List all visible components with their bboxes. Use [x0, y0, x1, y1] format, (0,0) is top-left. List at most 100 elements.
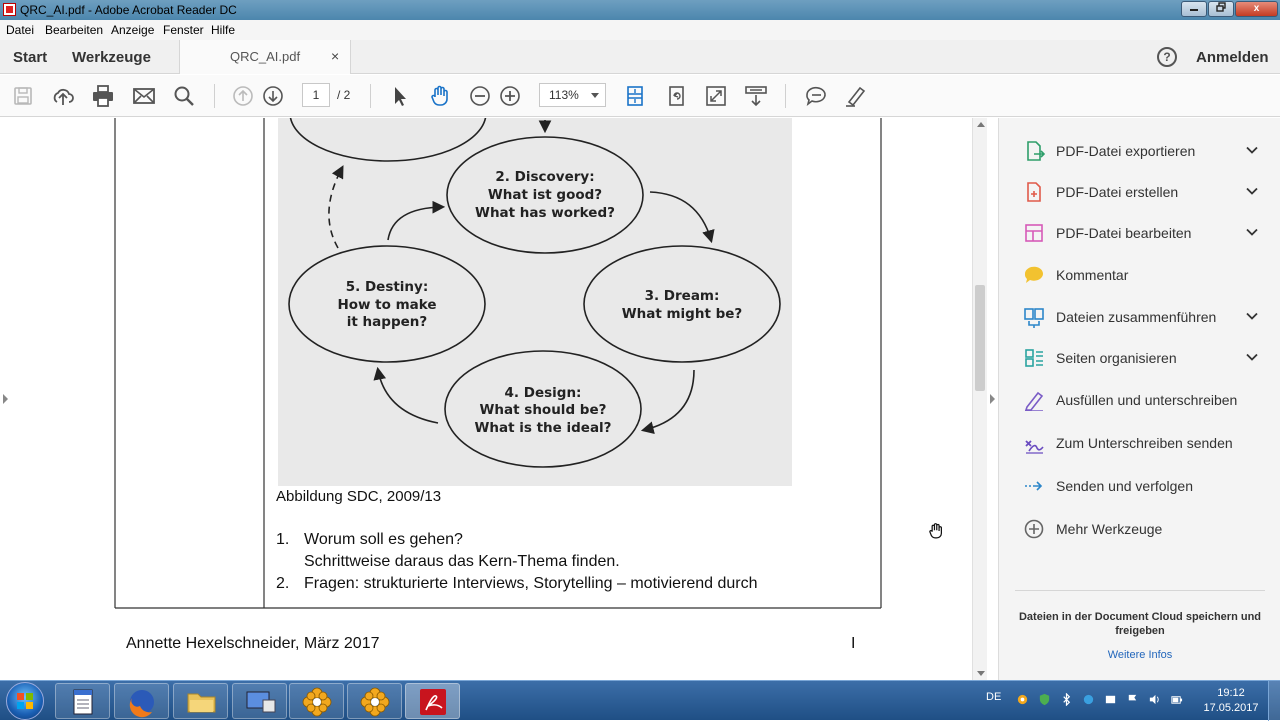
scroll-down-icon[interactable]	[977, 671, 985, 676]
acrobat-app-icon	[3, 3, 16, 16]
scrollbar-thumb[interactable]	[975, 285, 985, 391]
chevron-down-icon[interactable]	[1246, 351, 1258, 363]
tray-network-app-icon[interactable]	[1082, 693, 1095, 706]
previous-page-icon[interactable]	[230, 83, 256, 109]
right-pane-toggle-icon[interactable]	[990, 394, 995, 404]
footer-page-number: I	[851, 635, 856, 652]
email-icon[interactable]	[131, 83, 157, 109]
close-window-button[interactable]: x	[1235, 1, 1278, 17]
signin-button[interactable]: Anmelden	[1196, 49, 1269, 66]
tool-fill-sign[interactable]: Ausfüllen und unterschreiben	[999, 380, 1280, 420]
tool-label: Zum Unterschreiben senden	[1056, 435, 1233, 451]
tool-edit-pdf[interactable]: PDF-Datei bearbeiten	[999, 213, 1280, 253]
tool-combine-files[interactable]: Dateien zusammenführen	[999, 297, 1280, 337]
taskbar-acrobat[interactable]	[405, 683, 460, 719]
more-tools-icon	[1024, 519, 1044, 539]
discovery-line-2: What ist good?	[488, 187, 602, 203]
document-viewport[interactable]: 2. Discovery: What ist good? What has wo…	[0, 118, 972, 680]
menu-datei[interactable]: Datei	[6, 23, 34, 37]
print-icon[interactable]	[90, 83, 116, 109]
pane-divider	[1015, 590, 1265, 591]
bluetooth-icon[interactable]	[1060, 693, 1073, 706]
tool-more-tools[interactable]: Mehr Werkzeuge	[999, 509, 1280, 549]
fit-page-icon[interactable]	[622, 83, 648, 109]
taskbar-explorer[interactable]	[173, 683, 228, 719]
tool-send-track[interactable]: Senden und verfolgen	[999, 466, 1280, 506]
help-icon[interactable]: ?	[1157, 47, 1177, 67]
flower-app-icon	[360, 687, 390, 717]
tool-label: Seiten organisieren	[1056, 350, 1177, 366]
tray-update-icon[interactable]	[1104, 693, 1117, 706]
tray-security-icon[interactable]	[1038, 693, 1051, 706]
chevron-down-icon[interactable]	[1246, 226, 1258, 238]
tool-send-for-signature[interactable]: Zum Unterschreiben senden	[999, 423, 1280, 463]
destiny-line-2: How to make	[337, 297, 436, 313]
send-for-signature-icon	[1025, 440, 1044, 454]
document-tab-label: QRC_AI.pdf	[230, 49, 301, 64]
discovery-line-3: What has worked?	[475, 205, 615, 221]
chevron-down-icon[interactable]	[1246, 310, 1258, 322]
taskbar-app-flower-2[interactable]	[347, 683, 402, 719]
taskbar-notepad[interactable]	[55, 683, 110, 719]
show-desktop-button[interactable]	[1268, 681, 1280, 721]
select-cursor-icon[interactable]	[387, 83, 413, 109]
zoom-out-icon[interactable]	[467, 83, 493, 109]
toolbar-separator	[785, 84, 786, 108]
action-center-flag-icon[interactable]	[1126, 693, 1139, 706]
rotate-view-icon[interactable]	[663, 83, 689, 109]
chevron-down-icon[interactable]	[1246, 144, 1258, 156]
tab-start[interactable]: Start	[13, 49, 47, 66]
zoom-in-icon[interactable]	[497, 83, 523, 109]
menu-bearbeiten[interactable]: Bearbeiten	[45, 23, 103, 37]
document-scrollbar[interactable]	[972, 118, 987, 680]
search-icon[interactable]	[171, 83, 197, 109]
destiny-line-3: it happen?	[347, 314, 427, 330]
scroll-mode-icon[interactable]	[743, 83, 769, 109]
windows-logo-icon	[17, 693, 33, 709]
tool-export-pdf[interactable]: PDF-Datei exportieren	[999, 131, 1280, 171]
tab-werkzeuge[interactable]: Werkzeuge	[72, 49, 151, 66]
destiny-title: 5. Destiny:	[346, 279, 429, 295]
tool-comment[interactable]: Kommentar	[999, 255, 1280, 295]
restore-button[interactable]	[1208, 1, 1234, 17]
clock-time[interactable]: 19:12	[1206, 687, 1256, 699]
start-button[interactable]	[6, 682, 44, 720]
tray-flower-icon[interactable]	[1016, 693, 1029, 706]
tool-create-pdf[interactable]: PDF-Datei erstellen	[999, 172, 1280, 212]
next-page-icon[interactable]	[260, 83, 286, 109]
document-cloud-promo: Dateien in der Document Cloud speichern …	[1018, 611, 1262, 637]
menu-hilfe[interactable]: Hilfe	[211, 23, 235, 37]
page-number-input[interactable]: 1	[302, 83, 330, 107]
menu-anzeige[interactable]: Anzeige	[111, 23, 154, 37]
tool-label: Dateien zusammenführen	[1056, 309, 1217, 325]
tool-organize-pages[interactable]: Seiten organisieren	[999, 338, 1280, 378]
taskbar-remote[interactable]	[232, 683, 287, 719]
full-screen-icon[interactable]	[703, 83, 729, 109]
scroll-up-icon[interactable]	[977, 122, 985, 127]
comment-toolbar-icon[interactable]	[803, 83, 829, 109]
battery-icon[interactable]	[1170, 693, 1183, 706]
restore-icon	[1216, 2, 1226, 12]
taskbar-app-flower-1[interactable]	[289, 683, 344, 719]
minimize-button[interactable]	[1181, 1, 1207, 17]
hand-tool-icon[interactable]	[427, 83, 453, 109]
design-line-3: What is the ideal?	[474, 420, 611, 436]
document-tab[interactable]: QRC_AI.pdf ×	[179, 40, 351, 74]
left-pane-toggle-icon[interactable]	[3, 394, 8, 404]
clock-date[interactable]: 17.05.2017	[1200, 702, 1262, 714]
zoom-select[interactable]: 113%	[539, 83, 606, 107]
upload-cloud-icon[interactable]	[50, 83, 76, 109]
hand-cursor-icon	[929, 523, 942, 539]
input-language[interactable]: DE	[986, 691, 1001, 703]
highlight-pen-icon[interactable]	[843, 83, 869, 109]
menu-fenster[interactable]: Fenster	[163, 23, 204, 37]
volume-icon[interactable]	[1148, 693, 1161, 706]
chevron-down-icon[interactable]	[1246, 185, 1258, 197]
more-info-link[interactable]: Weitere Infos	[1009, 649, 1271, 661]
taskbar-firefox[interactable]	[114, 683, 169, 719]
save-icon[interactable]	[10, 83, 36, 109]
edit-pdf-icon	[1025, 224, 1043, 242]
list-item-2-number: 2.	[276, 575, 290, 592]
close-tab-icon[interactable]: ×	[331, 48, 339, 64]
menu-bar: Datei Bearbeiten Anzeige Fenster Hilfe	[0, 20, 1280, 40]
